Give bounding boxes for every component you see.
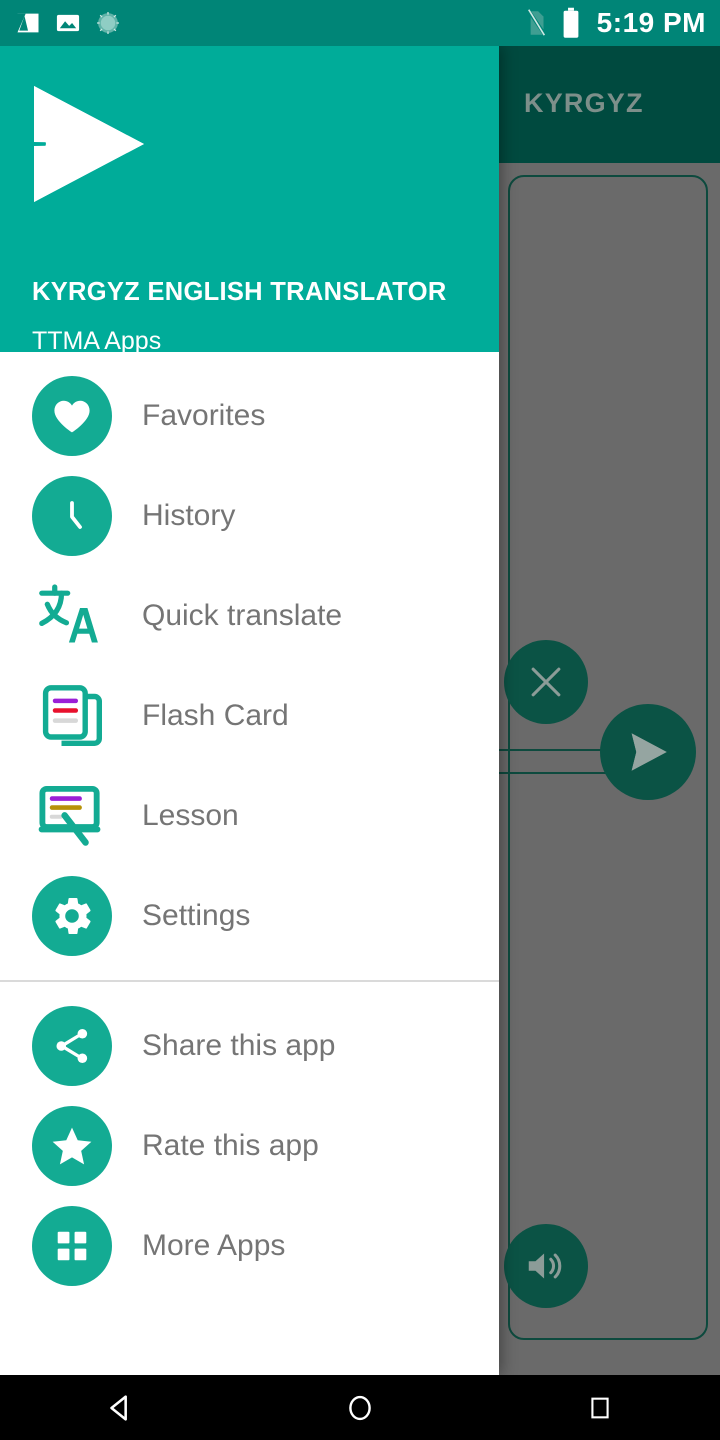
history-icon-wrap <box>32 476 112 556</box>
nav-back-button[interactable] <box>60 1375 180 1440</box>
lesson-icon-wrap <box>32 776 112 856</box>
gear-icon <box>32 876 112 956</box>
menu-item-favorites[interactable]: Favorites <box>0 366 499 466</box>
nav-home-button[interactable] <box>300 1375 420 1440</box>
drawer-menu-secondary: Share this app Rate this app More Apps <box>0 996 499 1296</box>
grid-apps-icon <box>32 1206 112 1286</box>
drawer-header: KYRGYZ ENGLISH TRANSLATOR TTMA Apps <box>0 46 499 355</box>
app-logo <box>30 82 148 211</box>
flash-card-icon <box>42 685 103 746</box>
sync-spinner-icon <box>97 12 119 34</box>
battery-full-icon <box>563 7 579 38</box>
send-paper-plane-icon <box>631 733 667 771</box>
status-bar-system-icons: 5:19 PM <box>523 7 706 39</box>
heart-icon <box>32 376 112 456</box>
app-publisher: TTMA Apps <box>32 327 162 355</box>
menu-label-lesson: Lesson <box>142 799 239 832</box>
screenshot-icon <box>17 13 39 33</box>
navigation-drawer: KYRGYZ ENGLISH TRANSLATOR TTMA Apps Favo… <box>0 46 499 1375</box>
menu-item-more-apps[interactable]: More Apps <box>0 1196 499 1296</box>
status-bar-clock: 5:19 PM <box>596 7 706 38</box>
drawer-section-divider <box>0 980 499 982</box>
status-bar: 5:19 PM <box>0 0 720 46</box>
status-bar-notification-icons <box>14 9 122 37</box>
back-triangle-icon <box>110 1394 127 1421</box>
quick-translate-icon-wrap <box>32 576 112 656</box>
background-toolbar-title: KYRGYZ <box>524 88 644 118</box>
home-circle-icon <box>349 1395 371 1420</box>
speak-button[interactable] <box>504 1224 588 1308</box>
star-icon <box>32 1106 112 1186</box>
share-icon-wrap <box>32 1006 112 1086</box>
menu-item-lesson[interactable]: Lesson <box>0 766 499 866</box>
gallery-image-icon <box>56 14 80 32</box>
menu-label-flash-card: Flash Card <box>142 699 289 732</box>
menu-item-share-app[interactable]: Share this app <box>0 996 499 1096</box>
menu-label-favorites: Favorites <box>142 399 266 432</box>
favorites-icon-wrap <box>32 376 112 456</box>
send-paper-plane-logo <box>34 86 144 202</box>
sim-card-off-icon <box>525 8 547 37</box>
nav-recents-button[interactable] <box>540 1375 660 1440</box>
flash-card-icon-wrap <box>32 676 112 756</box>
menu-item-history[interactable]: History <box>0 466 499 566</box>
menu-label-more-apps: More Apps <box>142 1229 286 1262</box>
close-x-icon <box>531 667 561 697</box>
android-navigation-bar <box>0 1375 720 1440</box>
app-name: KYRGYZ ENGLISH TRANSLATOR <box>32 278 447 306</box>
clear-button[interactable] <box>504 640 588 724</box>
clock-icon <box>32 476 112 556</box>
menu-item-flash-card[interactable]: Flash Card <box>0 666 499 766</box>
settings-icon-wrap <box>32 876 112 956</box>
menu-item-quick-translate[interactable]: Quick translate <box>0 566 499 666</box>
menu-item-rate-app[interactable]: Rate this app <box>0 1096 499 1196</box>
menu-item-settings[interactable]: Settings <box>0 866 499 966</box>
speaker-volume-icon <box>528 1253 562 1279</box>
drawer-menu-primary: Favorites History Quick translate Flash … <box>0 352 499 966</box>
menu-label-quick-translate: Quick translate <box>142 599 343 632</box>
rate-icon-wrap <box>32 1106 112 1186</box>
menu-label-rate-app: Rate this app <box>142 1129 319 1162</box>
menu-label-settings: Settings <box>142 899 251 932</box>
lesson-whiteboard-icon <box>38 785 101 846</box>
menu-label-history: History <box>142 499 236 532</box>
recents-square-icon <box>591 1397 609 1418</box>
translate-icon <box>39 584 98 643</box>
share-icon <box>32 1006 112 1086</box>
menu-label-share-app: Share this app <box>142 1029 336 1062</box>
more-apps-icon-wrap <box>32 1206 112 1286</box>
translate-fab[interactable] <box>600 704 696 800</box>
